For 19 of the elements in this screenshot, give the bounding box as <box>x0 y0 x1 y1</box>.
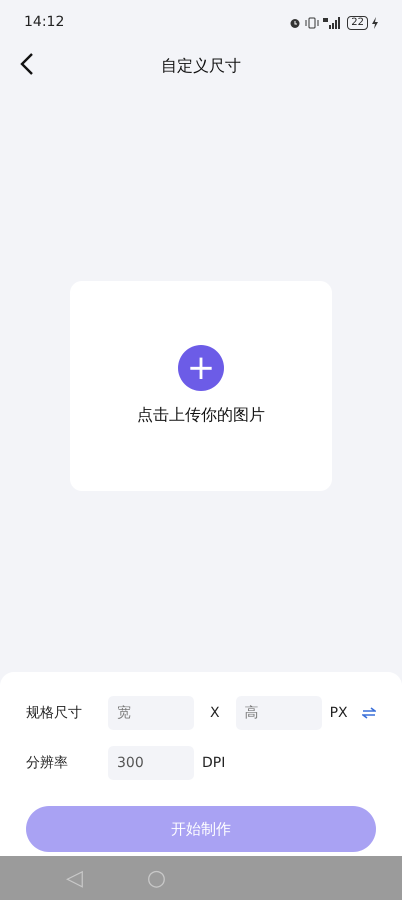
resolution-label: 分辨率 <box>26 754 69 772</box>
add-button[interactable]: + <box>178 344 224 390</box>
height-input[interactable]: 高 <box>236 696 322 730</box>
upload-card[interactable]: + 点击上传你的图片 <box>70 280 332 490</box>
size-label: 规格尺寸 <box>26 704 83 722</box>
upload-label: 点击上传你的图片 <box>137 404 265 426</box>
unit-label: PX <box>330 704 348 722</box>
unit-label: DPI <box>202 754 226 772</box>
resolution-input[interactable]: 300 <box>108 746 194 780</box>
swap-icon[interactable] <box>362 707 376 719</box>
charging-icon <box>372 16 378 28</box>
back-icon <box>20 52 34 76</box>
status-time: 14:12 <box>24 13 64 32</box>
battery-indicator: 22 <box>347 16 368 30</box>
page-title: 自定义尺寸 <box>161 55 241 77</box>
width-input[interactable]: 宽 <box>108 696 194 730</box>
times-separator: X <box>210 704 220 722</box>
alarm-icon <box>289 16 302 28</box>
vibrate-icon <box>305 16 320 28</box>
